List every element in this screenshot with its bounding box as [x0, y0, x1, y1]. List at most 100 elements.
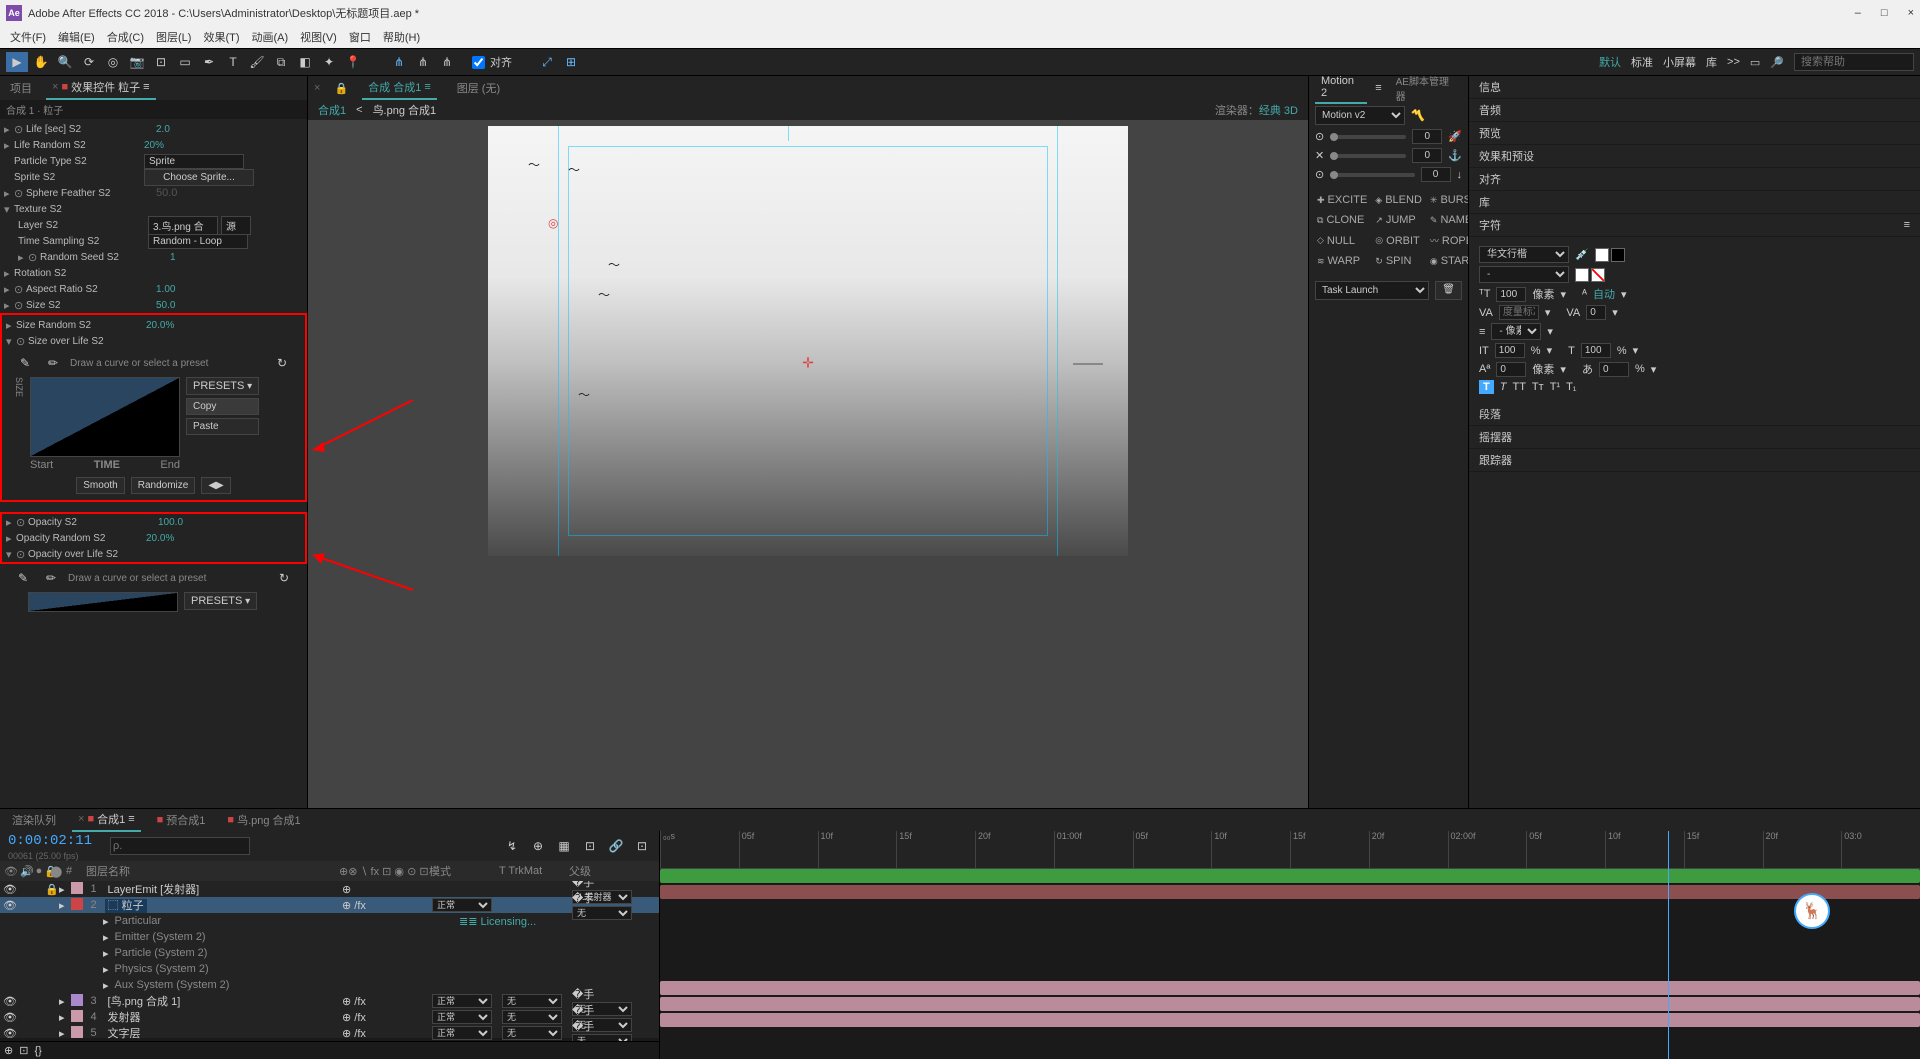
tl-icon-2[interactable]: ⊕	[527, 836, 549, 856]
snap-checkbox[interactable]	[472, 56, 485, 69]
layer-row[interactable]: 👁 ▸ 5 文字层 ⊕ /fx 正常 无 �手 无	[0, 1025, 659, 1041]
copy-button[interactable]: Copy	[186, 398, 259, 415]
panel-tracker[interactable]: 跟踪器	[1469, 449, 1920, 472]
opacity-curve-graph[interactable]	[28, 592, 178, 612]
tab-comp-1[interactable]: 合成 合成1 ≡	[362, 76, 437, 100]
tab-motion2[interactable]: Motion 2	[1315, 72, 1367, 104]
brackets-icon[interactable]: {}	[34, 1045, 41, 1057]
puppet-tool[interactable]: 📍	[342, 52, 364, 72]
fill-swatch[interactable]	[1595, 248, 1609, 262]
workspace-default[interactable]: 默认	[1599, 54, 1621, 70]
panel-align[interactable]: 对齐	[1469, 168, 1920, 191]
slider-2[interactable]	[1330, 154, 1406, 158]
tool-clone[interactable]: ⧉ CLONE	[1315, 212, 1369, 228]
view-axis-icon[interactable]: ⋔	[436, 52, 458, 72]
toggle-switches-icon[interactable]: ⊕	[4, 1044, 13, 1057]
menu-effect[interactable]: 效果(T)	[199, 27, 243, 47]
random-seed-value[interactable]: 1	[170, 252, 176, 263]
smallcaps-button[interactable]: Tᴛ	[1532, 381, 1544, 393]
menu-layer[interactable]: 图层(L)	[152, 27, 195, 47]
layer-row[interactable]: ▸Emitter (System 2)	[0, 929, 659, 945]
tab-project[interactable]: 项目	[4, 77, 38, 99]
size-random-value[interactable]: 20.0%	[146, 320, 174, 331]
playhead[interactable]	[1668, 831, 1669, 1059]
timeline-timecode[interactable]: 0:00:02:11	[0, 831, 100, 851]
layer-dropdown[interactable]: 3.鸟.png 合	[148, 216, 218, 235]
snap-box-icon[interactable]: ⊞	[560, 52, 582, 72]
panel-menu-icon[interactable]: ≡	[143, 81, 149, 93]
anchor-r-icon[interactable]: ⊙	[1315, 168, 1324, 181]
tab-script-mgr[interactable]: AE脚本管理器	[1390, 70, 1462, 106]
workspace-standard[interactable]: 标准	[1631, 54, 1653, 70]
eyedropper-icon[interactable]: 💉	[1575, 248, 1589, 261]
menu-anim[interactable]: 动画(A)	[248, 27, 293, 47]
slider-1-value[interactable]: 0	[1412, 129, 1442, 144]
anchor-x-icon[interactable]: ✕	[1315, 149, 1324, 162]
help-search-input[interactable]	[1794, 53, 1914, 71]
layer-row[interactable]: ▸Particular≣≣ Licensing...	[0, 913, 659, 929]
layer-row[interactable]: ▸Physics (System 2)	[0, 961, 659, 977]
time-sampling-dropdown[interactable]: Random - Loop	[148, 234, 248, 249]
minimize-button[interactable]: –	[1855, 7, 1861, 19]
panel-info[interactable]: 信息	[1469, 76, 1920, 99]
maximize-button[interactable]: □	[1881, 7, 1888, 19]
rocket-icon[interactable]: 🚀	[1448, 130, 1462, 143]
layer-row[interactable]: 👁 ▸ 3 [鸟.png 合成 1] ⊕ /fx 正常 无 �手 无	[0, 993, 659, 1009]
tab-tl-bird[interactable]: ■ 鸟.png 合成1	[221, 809, 306, 831]
task-launch-dropdown[interactable]: Task Launch	[1315, 281, 1429, 300]
tab-close-icon[interactable]: ×	[314, 82, 320, 94]
hand-tool[interactable]: ✋	[30, 52, 52, 72]
workspace-lib[interactable]: 库	[1706, 54, 1717, 70]
slider-3[interactable]	[1330, 173, 1414, 177]
down-icon[interactable]: ↓	[1457, 169, 1463, 181]
crumb-comp1[interactable]: 合成1	[318, 102, 346, 118]
tool-excite[interactable]: ✚ EXCITE	[1315, 192, 1369, 208]
anchor-icon[interactable]: ⚓	[1448, 149, 1462, 162]
tl-icon-5[interactable]: 🔗	[605, 836, 627, 856]
randomize-button[interactable]: Randomize	[131, 477, 196, 494]
kerning-input[interactable]	[1499, 305, 1539, 320]
pen-icon-2[interactable]: ✎	[12, 568, 34, 588]
tracking-input[interactable]	[1586, 305, 1606, 320]
tab-tl-precomp[interactable]: ■ 预合成1	[151, 809, 212, 831]
paste-button[interactable]: Paste	[186, 418, 259, 435]
reset-icon[interactable]: ↻	[271, 353, 293, 373]
tool-spin[interactable]: ↻ SPIN	[1373, 253, 1424, 269]
menu-window[interactable]: 窗口	[345, 27, 375, 47]
font-family-dropdown[interactable]: 华文行楷	[1479, 246, 1569, 263]
tool-blend[interactable]: ◈ BLEND	[1373, 192, 1424, 208]
panel-character[interactable]: 字符≡	[1469, 214, 1920, 237]
renderer-link[interactable]: 经典 3D	[1259, 105, 1298, 117]
pen-icon[interactable]: ✎	[14, 353, 36, 373]
flip-button[interactable]: ◀▶	[201, 477, 230, 494]
layer-row[interactable]: 👁🔒 ▸ 1 LayerEmit [发射器] ⊕ �手 4.发射器	[0, 881, 659, 897]
aspect-value[interactable]: 1.00	[156, 284, 175, 295]
trash-icon[interactable]: 🗑	[1435, 281, 1462, 300]
brush-tool[interactable]: 🖌	[246, 52, 268, 72]
layer-row[interactable]: ▸Aux System (System 2)	[0, 977, 659, 993]
snap-edge-icon[interactable]: ⤢	[536, 52, 558, 72]
tool-null[interactable]: ◇ NULL	[1315, 232, 1369, 249]
pencil-icon-2[interactable]: ✏	[40, 568, 62, 588]
life-random-value[interactable]: 20%	[144, 140, 164, 151]
pen-tool[interactable]: ✒	[198, 52, 220, 72]
superscript-button[interactable]: T¹	[1550, 381, 1560, 393]
presets-dropdown-2[interactable]: PRESETS ▾	[184, 592, 257, 610]
camera-tool[interactable]: 📷	[126, 52, 148, 72]
local-axis-icon[interactable]: ⋔	[388, 52, 410, 72]
panel-menu-icon[interactable]: ≡	[1375, 82, 1381, 94]
panel-wiggler[interactable]: 摇摆器	[1469, 426, 1920, 449]
rect-tool[interactable]: ▭	[174, 52, 196, 72]
graph-icon[interactable]: 〽️	[1411, 109, 1425, 122]
menu-file[interactable]: 文件(F)	[6, 27, 50, 47]
reset-icon-2[interactable]: ↻	[273, 568, 295, 588]
orbit-tool[interactable]: ⟳	[78, 52, 100, 72]
rotate-tool[interactable]: ◎	[102, 52, 124, 72]
layer-row[interactable]: ▸Particle (System 2)	[0, 945, 659, 961]
menu-view[interactable]: 视图(V)	[296, 27, 341, 47]
panel-paragraph[interactable]: 段落	[1469, 403, 1920, 426]
font-size-input[interactable]	[1496, 287, 1526, 302]
pan-behind-tool[interactable]: ⊡	[150, 52, 172, 72]
layer-row[interactable]: 👁 ▸ 2 ⬚ 粒子 ⊕ /fx 正常 �手 无	[0, 897, 659, 913]
panel-preview[interactable]: 预览	[1469, 122, 1920, 145]
